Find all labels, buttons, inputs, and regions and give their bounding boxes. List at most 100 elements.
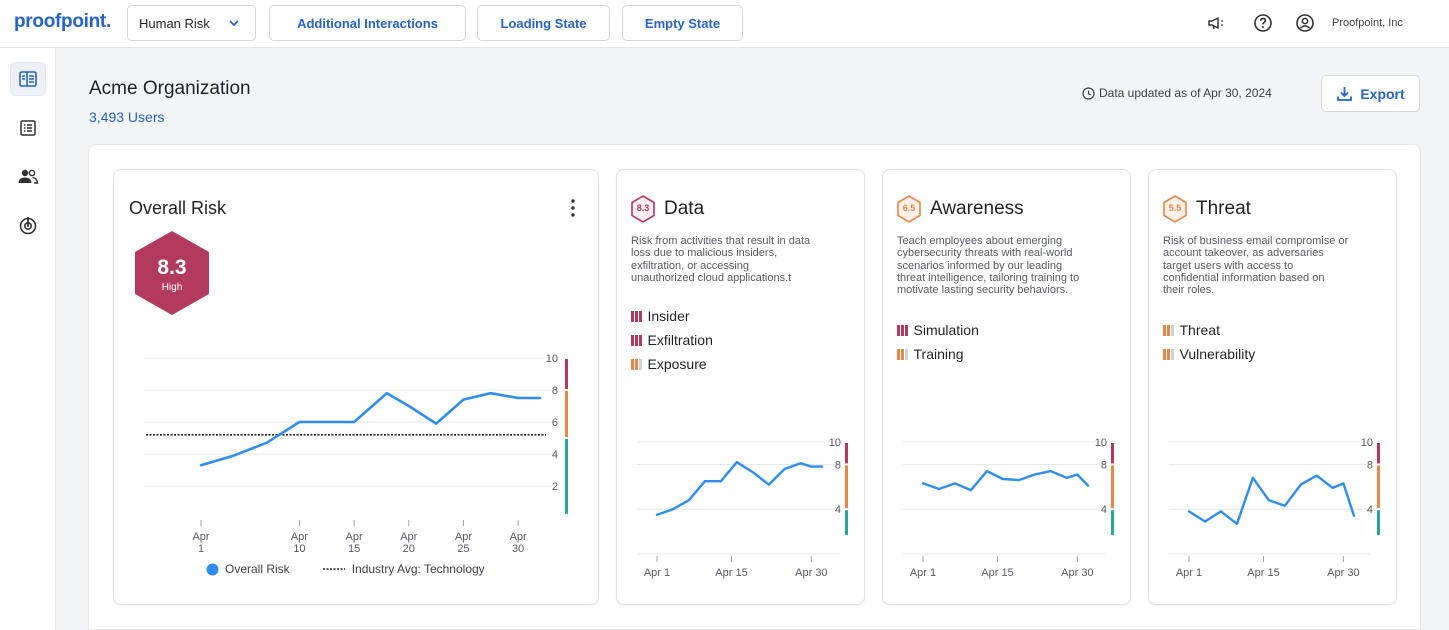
y-tick-label: 2 xyxy=(552,481,558,493)
factor-label: Vulnerability xyxy=(1179,346,1256,362)
brand-logo[interactable]: proofpoint. xyxy=(14,11,111,33)
overall-risk-card: Overall Risk 8.3 High 2 4 6 8 10 Apr 1 Apr 10 Apr… xyxy=(113,169,599,605)
factor-label: Exposure xyxy=(647,356,707,372)
x-tick-label: Apr 30 xyxy=(1327,567,1359,579)
x-tick-label: Apr 15 xyxy=(1247,567,1279,579)
y-tick-label: 8 xyxy=(552,385,558,397)
threat-factor-list: Threat Vulnerability xyxy=(1163,318,1255,366)
risk-band xyxy=(845,510,848,536)
factor-item[interactable]: Simulation xyxy=(897,318,979,342)
series-line xyxy=(655,461,824,517)
x-tick-label: Apr 15 xyxy=(981,567,1013,579)
top-bar: proofpoint. Human Risk Additional Intera… xyxy=(0,0,1449,48)
awareness-score: 6.5 xyxy=(902,203,916,213)
nav-dashboard[interactable] xyxy=(10,62,46,96)
nav-threats[interactable] xyxy=(10,208,46,242)
risk-band xyxy=(1377,510,1380,536)
awareness-card-title: Awareness xyxy=(930,198,1024,219)
export-button[interactable]: Export xyxy=(1321,75,1420,112)
x-tick-label: Apr 1 xyxy=(644,567,670,579)
risk-band xyxy=(1377,465,1380,509)
series-line xyxy=(1187,474,1356,526)
more-options-icon[interactable] xyxy=(570,198,576,218)
risk-band xyxy=(565,391,568,437)
desc-line: account takeover, as adversaries xyxy=(1163,247,1324,260)
export-label: Export xyxy=(1360,85,1405,102)
overall-risk-legend: Overall Risk Industry Avg: Technology xyxy=(206,562,485,576)
awareness-factor-list: Simulation Training xyxy=(897,318,979,366)
chevron-down-icon xyxy=(229,20,239,27)
desc-line: threat intelligence, tailoring training … xyxy=(897,271,1080,284)
x-tick-label: Apr xyxy=(291,531,308,543)
data-updated-text: Data updated as of Apr 30, 2024 xyxy=(1099,86,1272,100)
target-icon xyxy=(19,217,37,235)
product-selector[interactable]: Human Risk xyxy=(127,5,256,41)
side-nav xyxy=(0,48,56,630)
risk-panel: Overall Risk 8.3 High 2 4 6 8 10 Apr 1 Apr 10 Apr… xyxy=(88,144,1421,630)
level-high-icon xyxy=(897,324,908,336)
risk-band xyxy=(845,443,848,464)
download-icon xyxy=(1337,87,1353,101)
data-risk-chart: 4 8 10 Apr 1 Apr 15 Apr 30 xyxy=(637,437,848,579)
desc-line: loss due to malicious insiders, xyxy=(631,247,778,260)
factor-item[interactable]: Threat xyxy=(1163,318,1255,342)
page-title: Acme Organization xyxy=(89,78,251,99)
data-risk-card[interactable]: 8.3 Data Risk from activities that resul… xyxy=(616,169,865,605)
organization-name[interactable]: Proofpoint, Inc xyxy=(1332,17,1403,29)
empty-state-button[interactable]: Empty State xyxy=(622,5,743,41)
clock-icon xyxy=(1082,86,1095,100)
overall-risk-title: Overall Risk xyxy=(129,198,227,218)
x-tick-label: 30 xyxy=(512,543,524,555)
nav-list[interactable] xyxy=(10,111,46,145)
x-tick-label: Apr 1 xyxy=(910,567,936,579)
threat-risk-card[interactable]: 5.5 Threat Risk of business email compro… xyxy=(1148,169,1397,605)
y-tick-label: 4 xyxy=(1367,504,1373,516)
additional-interactions-button[interactable]: Additional Interactions xyxy=(269,5,466,41)
awareness-risk-card[interactable]: 6.5 Awareness Teach employees about emer… xyxy=(882,169,1131,605)
help-icon[interactable] xyxy=(1252,12,1274,34)
desc-line: Risk from activities that result in data xyxy=(631,235,811,247)
nav-people[interactable] xyxy=(10,159,46,193)
legend-avg-label: Industry Avg: Technology xyxy=(351,562,485,576)
x-tick-label: 1 xyxy=(198,543,204,555)
series-line xyxy=(921,469,1090,492)
product-selector-value: Human Risk xyxy=(139,15,210,31)
factor-item[interactable]: Insider xyxy=(631,304,713,328)
y-tick-label: 8 xyxy=(1101,459,1107,471)
y-tick-label: 8 xyxy=(835,459,841,471)
awareness-card-description: Teach employees about emerging cybersecu… xyxy=(897,235,1079,296)
risk-band xyxy=(845,465,848,509)
threat-card-description: Risk of business email compromise or acc… xyxy=(1163,235,1348,296)
loading-state-button[interactable]: Loading State xyxy=(477,5,610,41)
y-tick-label: 6 xyxy=(552,417,558,429)
y-tick-label: 10 xyxy=(1095,437,1107,449)
risk-band xyxy=(565,359,568,389)
people-icon xyxy=(18,169,39,184)
x-tick-label: Apr 30 xyxy=(795,567,827,579)
overall-risk-chart: 246810Apr1Apr10Apr15Apr20Apr25Apr30 xyxy=(144,353,568,555)
x-tick-label: Apr 30 xyxy=(1061,567,1093,579)
y-tick-label: 8 xyxy=(1367,459,1373,471)
data-card-description: Risk from activities that result in data… xyxy=(631,235,810,284)
factor-label: Simulation xyxy=(913,322,979,338)
level-medium-icon xyxy=(1163,348,1174,360)
account-icon[interactable] xyxy=(1294,12,1316,34)
desc-line: motivate lasting security behaviors. xyxy=(897,284,1069,297)
desc-line: Teach employees about emerging xyxy=(897,235,1063,247)
data-card-title: Data xyxy=(664,198,705,219)
factor-item[interactable]: Training xyxy=(897,342,979,366)
data-score-badge: 8.3 xyxy=(631,195,655,223)
user-count-link[interactable]: 3,493 Users xyxy=(89,109,164,125)
risk-band xyxy=(1111,465,1114,509)
x-tick-label: 25 xyxy=(457,543,469,555)
factor-item[interactable]: Exposure xyxy=(631,352,713,376)
x-tick-label: Apr xyxy=(510,531,527,543)
factor-item[interactable]: Exfiltration xyxy=(631,328,713,352)
level-medium-icon xyxy=(1163,324,1174,336)
x-tick-label: 15 xyxy=(348,543,360,555)
y-tick-label: 4 xyxy=(1101,504,1107,516)
megaphone-icon[interactable] xyxy=(1205,12,1227,34)
threat-risk-chart: 4 8 10 Apr 1 Apr 15 Apr 30 xyxy=(1169,437,1380,579)
factor-item[interactable]: Vulnerability xyxy=(1163,342,1255,366)
desc-line: unauthorized cloud applications.t xyxy=(631,271,792,284)
